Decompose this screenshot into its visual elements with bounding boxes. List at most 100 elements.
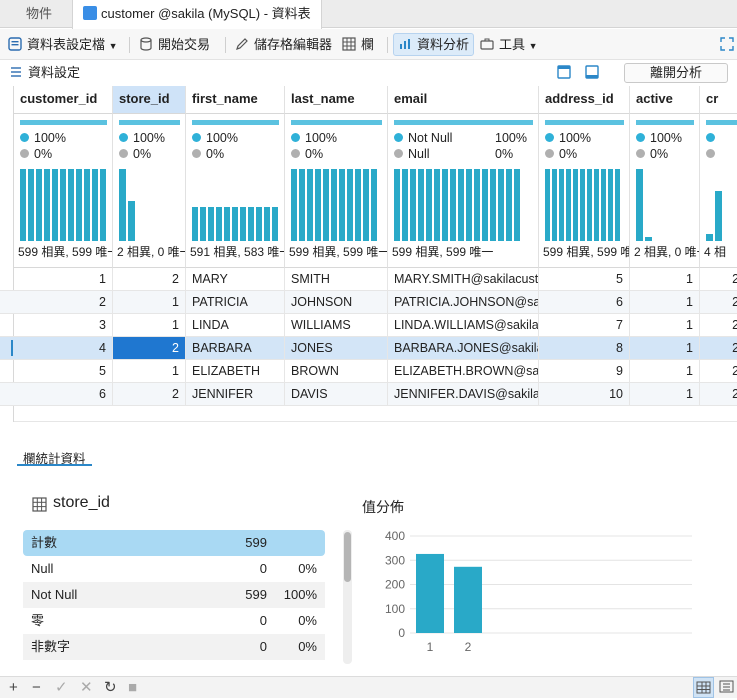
stat-label: Null — [31, 561, 54, 576]
table-cell[interactable]: 1 — [113, 291, 186, 313]
table-cell[interactable]: PATRICIA.JOHNSON@sa — [388, 291, 539, 313]
table-cell[interactable]: 200 — [700, 383, 737, 405]
table-cell[interactable]: ELIZABETH — [186, 360, 285, 382]
table-cell[interactable]: 2 — [113, 268, 186, 290]
table-cell[interactable]: 1 — [630, 337, 700, 359]
table-cell[interactable]: LINDA — [186, 314, 285, 336]
table-row[interactable]: 31LINDAWILLIAMSLINDA.WILLIAMS@sakila7120… — [0, 314, 737, 337]
histogram-bar — [119, 169, 126, 241]
table-cell[interactable]: 10 — [539, 383, 630, 405]
begin-transaction-button[interactable]: 開始交易 — [135, 33, 214, 56]
table-cell[interactable]: 1 — [630, 268, 700, 290]
table-cell[interactable]: 200 — [700, 291, 737, 313]
stats-scrollbar-thumb[interactable] — [344, 532, 351, 582]
table-cell[interactable]: 200 — [700, 360, 737, 382]
tools-button[interactable]: 工具 ▼ — [476, 33, 542, 56]
column-header-email[interactable]: email — [388, 86, 539, 114]
column-header-cr[interactable]: cr — [700, 86, 737, 114]
table-cell[interactable]: 2 — [113, 337, 186, 359]
table-cell[interactable]: 8 — [539, 337, 630, 359]
table-cell[interactable]: JONES — [285, 337, 388, 359]
toolbar: 資料表設定檔 ▼ 開始交易 儲存格編輯器 欄 資料分析 工具 ▼ — [0, 29, 737, 60]
table-cell[interactable]: 200 — [700, 337, 737, 359]
table-cell[interactable]: WILLIAMS — [285, 314, 388, 336]
stop-icon[interactable]: ■ — [128, 679, 137, 697]
column-header-address_id[interactable]: address_id — [539, 86, 630, 114]
stat-row[interactable]: Null 0 0% — [23, 556, 325, 582]
table-cell[interactable]: ELIZABETH.BROWN@sak — [388, 360, 539, 382]
fullscreen-icon — [720, 37, 734, 51]
plus-icon[interactable]: + — [9, 679, 18, 697]
table-row[interactable]: 51ELIZABETHBROWNELIZABETH.BROWN@sak91200 — [0, 360, 737, 383]
table-cell[interactable]: 6 — [539, 291, 630, 313]
table-cell[interactable]: 5 — [14, 360, 113, 382]
table-cell[interactable]: 200 — [700, 268, 737, 290]
column-header-last_name[interactable]: last_name — [285, 86, 388, 114]
table-cell[interactable]: 4 — [14, 337, 113, 359]
table-row[interactable]: 62JENNIFERDAVISJENNIFER.DAVIS@sakila1012… — [0, 383, 737, 406]
fullscreen-button[interactable] — [716, 33, 737, 56]
column-header-customer_id[interactable]: customer_id — [14, 86, 113, 114]
data-analysis-button[interactable]: 資料分析 — [393, 33, 475, 56]
table-cell[interactable]: LINDA.WILLIAMS@sakila — [388, 314, 539, 336]
table-cell[interactable]: 3 — [14, 314, 113, 336]
profile-percent: 0% — [650, 147, 669, 161]
table-cell[interactable]: JENNIFER.DAVIS@sakila — [388, 383, 539, 405]
data-settings-button[interactable]: 資料設定 — [5, 61, 84, 84]
table-cell[interactable]: BROWN — [285, 360, 388, 382]
stat-row[interactable]: 零 0 0% — [23, 608, 325, 634]
table-cell[interactable]: JENNIFER — [186, 383, 285, 405]
grid-editor-button[interactable]: 儲存格編輯器 — [231, 33, 336, 56]
table-row[interactable]: 12MARYSMITHMARY.SMITH@sakilacust51200 — [0, 268, 737, 291]
table-cell[interactable]: 1 — [113, 314, 186, 336]
cancel-icon[interactable]: ✕ — [80, 679, 93, 697]
table-row[interactable]: 21PATRICIAJOHNSONPATRICIA.JOHNSON@sa6120… — [0, 291, 737, 314]
check-icon[interactable]: ✓ — [55, 679, 68, 697]
table-cell[interactable]: DAVIS — [285, 383, 388, 405]
table-cell[interactable]: BARBARA.JONES@sakila — [388, 337, 539, 359]
table-cell[interactable]: 2 — [113, 383, 186, 405]
column-header-active[interactable]: active — [630, 86, 700, 114]
table-cell[interactable]: SMITH — [285, 268, 388, 290]
refresh-icon[interactable]: ↻ — [104, 679, 117, 697]
stat-row[interactable]: Not Null 599 100% — [23, 582, 325, 608]
table-cell[interactable]: 9 — [539, 360, 630, 382]
table-cell[interactable]: BARBARA — [186, 337, 285, 359]
table-cell[interactable]: 1 — [14, 268, 113, 290]
column-button[interactable]: 欄 — [338, 33, 378, 56]
table-row[interactable]: 42BARBARAJONESBARBARA.JONES@sakila81200 — [0, 337, 737, 360]
stat-row[interactable]: 非數字 0 0% — [23, 634, 325, 660]
histogram-bar — [28, 169, 34, 241]
grid-view-button[interactable] — [693, 677, 714, 698]
minus-icon[interactable]: − — [32, 679, 41, 697]
table-cell[interactable]: 5 — [539, 268, 630, 290]
table-cell[interactable]: JOHNSON — [285, 291, 388, 313]
table-cell[interactable]: 2 — [14, 291, 113, 313]
form-view-button[interactable] — [717, 677, 737, 698]
table-cell[interactable]: 1 — [630, 291, 700, 313]
layout-top-icon[interactable] — [557, 65, 571, 79]
table-cell[interactable]: 7 — [539, 314, 630, 336]
stat-row[interactable]: 計數 599 — [23, 530, 325, 556]
chart-bar[interactable] — [454, 566, 482, 633]
table-cell[interactable]: 6 — [14, 383, 113, 405]
tab-objects[interactable]: 物件 — [16, 0, 62, 28]
layout-bottom-icon[interactable] — [585, 65, 599, 79]
table-design-button[interactable]: 資料表設定檔 ▼ — [4, 33, 122, 56]
table-cell[interactable]: MARY — [186, 268, 285, 290]
table-cell[interactable]: 1 — [630, 360, 700, 382]
histogram-bar — [200, 207, 206, 241]
table-cell[interactable]: 200 — [700, 314, 737, 336]
chart-bar[interactable] — [416, 553, 444, 633]
table-cell[interactable]: 1 — [630, 383, 700, 405]
close-analysis-button[interactable]: 離開分析 — [624, 63, 728, 83]
table-cell[interactable]: PATRICIA — [186, 291, 285, 313]
stats-scrollbar[interactable] — [343, 530, 352, 664]
table-cell[interactable]: 1 — [630, 314, 700, 336]
tab-customer-table[interactable]: customer @sakila (MySQL) - 資料表 — [72, 0, 322, 29]
column-header-first_name[interactable]: first_name — [186, 86, 285, 114]
table-cell[interactable]: MARY.SMITH@sakilacust — [388, 268, 539, 290]
teal-dot-icon — [706, 133, 715, 142]
table-cell[interactable]: 1 — [113, 360, 186, 382]
column-header-store_id[interactable]: store_id — [113, 86, 186, 114]
